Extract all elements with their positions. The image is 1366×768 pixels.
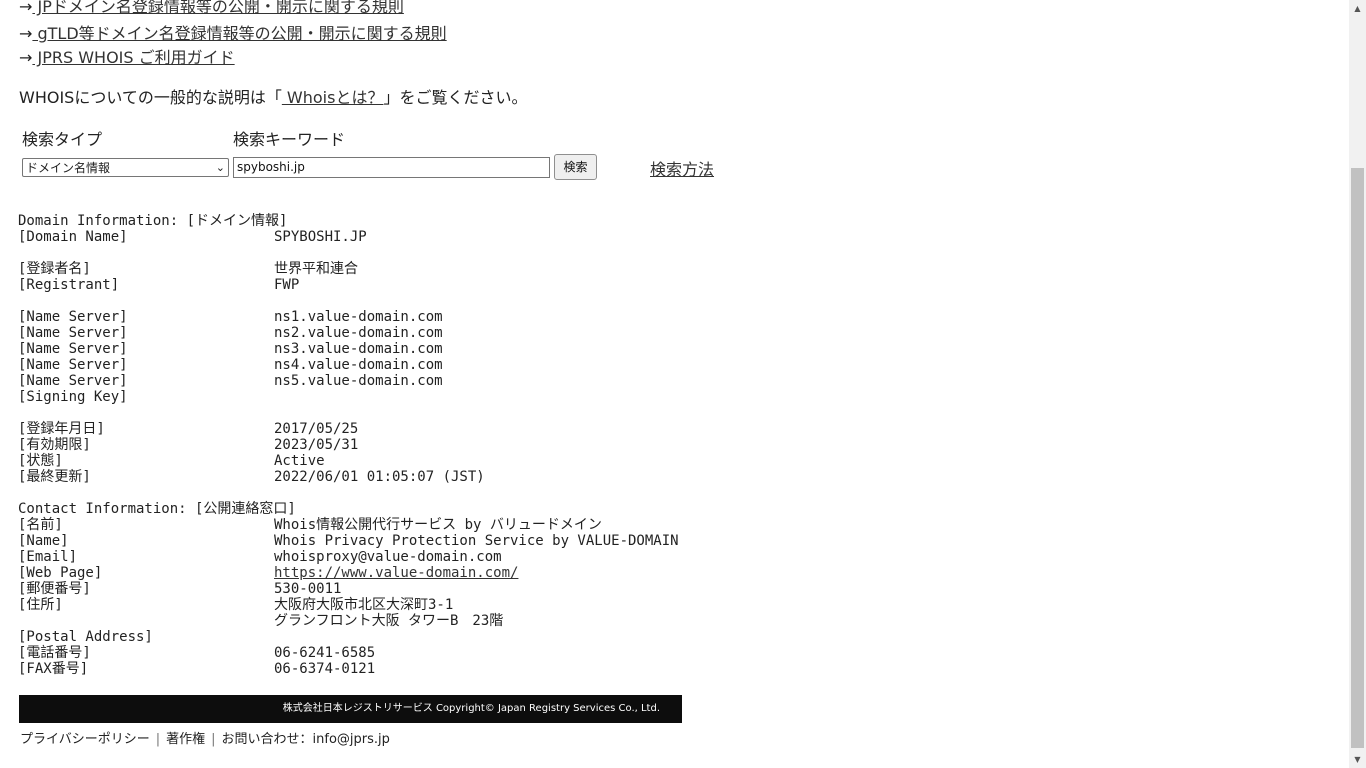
arrow-icon: → [19,0,33,16]
name-server-key: [Name Server] [18,357,128,373]
created-value: 2017/05/25 [274,421,359,437]
whois-guide-link-text[interactable]: JPRS WHOIS ご利用ガイド [32,48,234,67]
scroll-down-arrow-icon[interactable]: ▼ [1349,751,1366,768]
name-server-1: ns1.value-domain.com [274,309,443,325]
name-server-key: [Name Server] [18,325,128,341]
chevron-down-icon: ⌄ [215,161,225,174]
domain-name-key: [Domain Name] [18,229,128,245]
footer-nav: プライバシーポリシー | 著作権 | お問い合わせ：info@jprs.jp [20,728,390,747]
name-value: Whois Privacy Protection Service by VALU… [274,533,679,549]
registrant-key: [Registrant] [18,277,120,293]
postal-code-value: 530-0011 [274,581,342,597]
registrant-jp-value: 世界平和連合 [274,261,358,277]
footer-separator: | [211,732,216,747]
status-value: Active [274,453,325,469]
webpage-key: [Web Page] [18,565,103,581]
name-server-key: [Name Server] [18,309,128,325]
whois-guide-link[interactable]: → JPRS WHOIS ご利用ガイド [19,44,235,68]
name-server-4: ns4.value-domain.com [274,357,443,373]
whois-intro-text: WHOISについての一般的な説明は「 Whoisとは？」をご覧ください。 [19,84,527,108]
name-jp-value: Whois情報公開代行サービス by バリュードメイン [274,517,602,533]
signing-key-key: [Signing Key] [18,389,128,405]
arrow-icon: → [19,24,33,43]
postal-address-key: [Postal Address] [18,629,153,645]
name-server-key: [Name Server] [18,341,128,357]
name-server-2: ns2.value-domain.com [274,325,443,341]
address-key: [住所] [18,597,63,613]
scrollbar-thumb[interactable] [1351,168,1364,748]
fax-value: 06-6374-0121 [274,661,376,677]
phone-key: [電話番号] [18,645,91,661]
footer-separator: | [155,732,161,747]
arrow-icon: → [19,48,33,67]
jp-rules-link[interactable]: → JPドメイン名登録情報等の公開・開示に関する規則 [19,0,404,17]
scroll-up-arrow-icon[interactable]: ▲ [1349,0,1366,17]
footer-copyright: 株式会社日本レジストリサービス Copyright© Japan Registr… [282,703,660,714]
search-howto-link[interactable]: 検索方法 [650,156,714,180]
expires-value: 2023/05/31 [274,437,359,453]
search-type-label: 検索タイプ [22,130,103,149]
footer-copyright-bar: 株式会社日本レジストリサービス Copyright© Japan Registr… [19,695,682,723]
privacy-policy-link[interactable]: プライバシーポリシー [20,732,150,747]
expires-key: [有効期限] [18,437,91,453]
name-server-5: ns5.value-domain.com [274,373,443,389]
gtld-rules-link-text[interactable]: gTLD等ドメイン名登録情報等の公開・開示に関する規則 [32,24,446,43]
jp-rules-link-text[interactable]: JPドメイン名登録情報等の公開・開示に関する規則 [32,0,403,16]
page: → JPドメイン名登録情報等の公開・開示に関する規則 → gTLD等ドメイン名登… [0,0,1349,768]
created-key: [登録年月日] [18,421,105,437]
search-type-value: ドメイン名情報 [26,161,111,175]
email-value: whoisproxy@value-domain.com [274,549,502,565]
postal-code-key: [郵便番号] [18,581,91,597]
search-keyword-input[interactable]: spyboshi.jp [233,157,550,178]
copyright-link[interactable]: 著作権 [166,732,205,747]
fax-key: [FAX番号] [18,661,89,677]
address-line1: 大阪府大阪市北区大深町3-1 [274,597,454,613]
registrant-jp-key: [登録者名] [18,261,91,277]
contact-info-header: Contact Information: [公開連絡窓口] [18,501,296,517]
updated-value: 2022/06/01 01:05:07 (JST) [274,469,485,485]
status-key: [状態] [18,453,63,469]
updated-key: [最終更新] [18,469,91,485]
domain-name-value: SPYBOSHI.JP [274,229,367,245]
name-server-3: ns3.value-domain.com [274,341,443,357]
search-type-select[interactable]: ドメイン名情報 ⌄ [22,158,229,177]
name-key: [Name] [18,533,69,549]
vertical-scrollbar[interactable]: ▲ ▼ [1349,0,1366,768]
registrant-value: FWP [274,277,300,293]
name-server-key: [Name Server] [18,373,128,389]
intro-after: 」をご覧ください。 [383,88,528,107]
email-key: [Email] [18,549,78,565]
gtld-rules-link[interactable]: → gTLD等ドメイン名登録情報等の公開・開示に関する規則 [19,20,447,44]
search-button[interactable]: 検索 [554,154,597,180]
address-line2: グランフロント大阪 タワーB 23階 [274,613,504,629]
search-keyword-label: 検索キーワード [233,130,346,149]
whois-about-link[interactable]: Whoisとは？ [282,88,384,107]
domain-info-header: Domain Information: [ドメイン情報] [18,213,288,229]
contact-link[interactable]: お問い合わせ：info@jprs.jp [222,732,390,747]
webpage-link[interactable]: https://www.value-domain.com/ [274,565,518,581]
name-jp-key: [名前] [18,517,63,533]
intro-before: WHOISについての一般的な説明は「 [19,88,282,107]
phone-value: 06-6241-6585 [274,645,376,661]
